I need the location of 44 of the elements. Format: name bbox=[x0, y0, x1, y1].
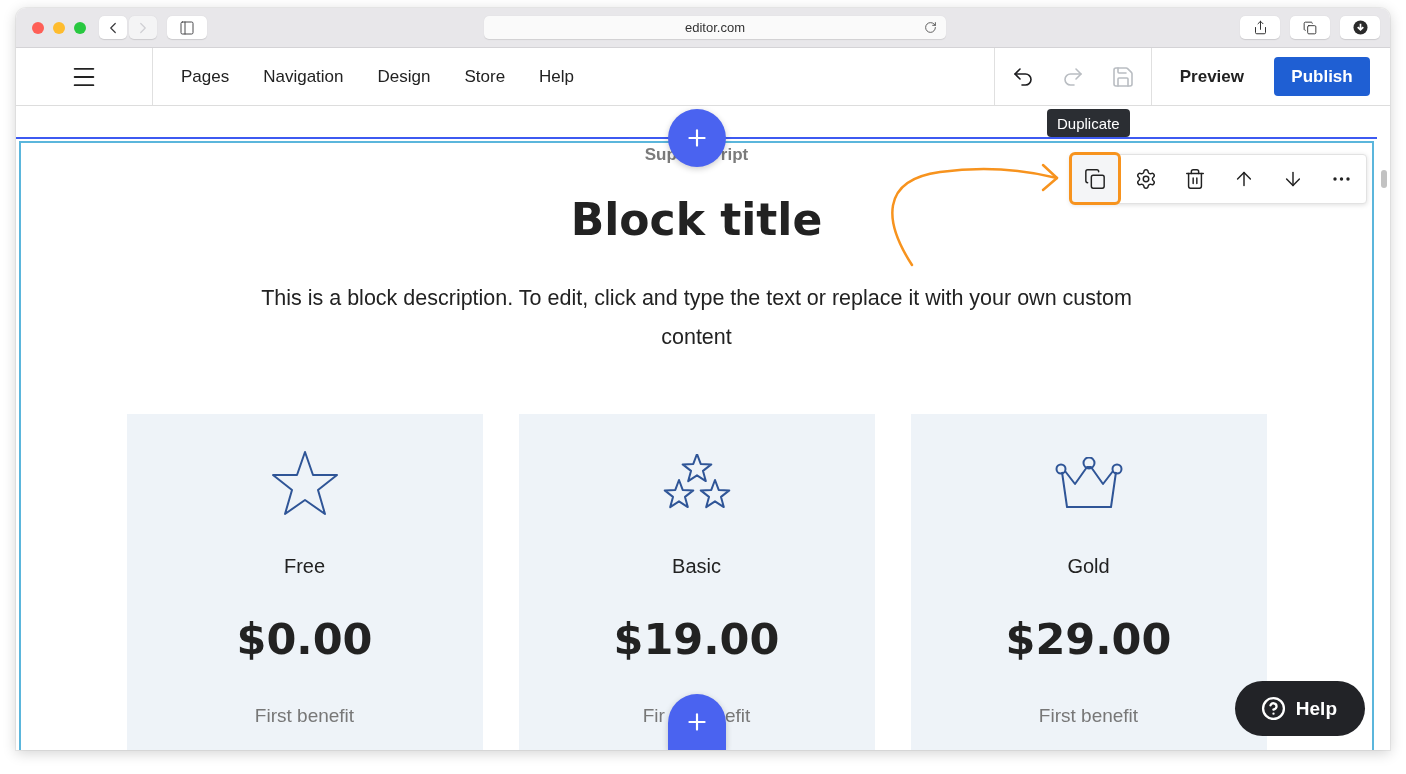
sidebar-icon bbox=[179, 19, 195, 36]
share-button[interactable] bbox=[1240, 16, 1280, 39]
close-window-icon[interactable] bbox=[32, 21, 44, 34]
scrollbar-thumb[interactable] bbox=[1381, 170, 1387, 188]
plan-price: $0.00 bbox=[236, 613, 373, 665]
tabs-button[interactable] bbox=[1290, 16, 1330, 39]
add-block-button[interactable] bbox=[668, 694, 726, 750]
publish-button[interactable]: Publish bbox=[1274, 57, 1370, 96]
tooltip: Duplicate bbox=[1047, 109, 1130, 137]
plan-name: Gold bbox=[1067, 554, 1110, 578]
plan-name: Free bbox=[283, 554, 326, 578]
crown-icon bbox=[1054, 457, 1123, 509]
trash-icon bbox=[1183, 168, 1206, 190]
nav-menu-item[interactable]: Design bbox=[377, 66, 431, 87]
plan-benefit: Fir bbox=[642, 704, 665, 728]
nav-menu-item[interactable]: Store bbox=[464, 66, 506, 87]
more-icon bbox=[1333, 177, 1350, 181]
plan-price: $29.00 bbox=[1005, 613, 1172, 665]
reload-icon[interactable] bbox=[924, 21, 937, 34]
settings-icon bbox=[1134, 168, 1157, 190]
help-button[interactable]: Help bbox=[1234, 681, 1365, 736]
help-icon bbox=[1260, 696, 1286, 721]
plan-benefit: First benefit bbox=[254, 704, 355, 728]
duplicate-button[interactable] bbox=[1069, 152, 1121, 205]
star-icon bbox=[270, 450, 339, 516]
tabs-icon bbox=[1303, 20, 1317, 35]
preview-button[interactable]: Preview bbox=[1179, 66, 1244, 87]
nav-menu-item[interactable]: Pages bbox=[181, 66, 230, 87]
plan-benefit: First benefit bbox=[1038, 704, 1139, 728]
plan-benefit: efit bbox=[724, 704, 751, 728]
plan-name: Basic bbox=[672, 554, 721, 578]
duplicate-icon bbox=[1084, 167, 1106, 190]
share-icon bbox=[1252, 20, 1268, 35]
address-field[interactable]: editor.com bbox=[484, 16, 946, 39]
block-title: Block title bbox=[570, 193, 823, 247]
sidebar-toggle-button[interactable] bbox=[167, 16, 207, 39]
download-icon bbox=[1352, 20, 1368, 35]
back-button[interactable] bbox=[99, 16, 127, 39]
nav-menu-item[interactable]: Navigation bbox=[263, 66, 344, 87]
plan-price: $19.00 bbox=[613, 613, 780, 665]
downloads-button[interactable] bbox=[1340, 16, 1380, 39]
block-description: This is a block description. To edit, click and type the text or replace it with your own custom content bbox=[260, 285, 1133, 351]
block-superscript: ript bbox=[720, 144, 749, 166]
nav-menu-item[interactable]: Help bbox=[539, 66, 575, 87]
